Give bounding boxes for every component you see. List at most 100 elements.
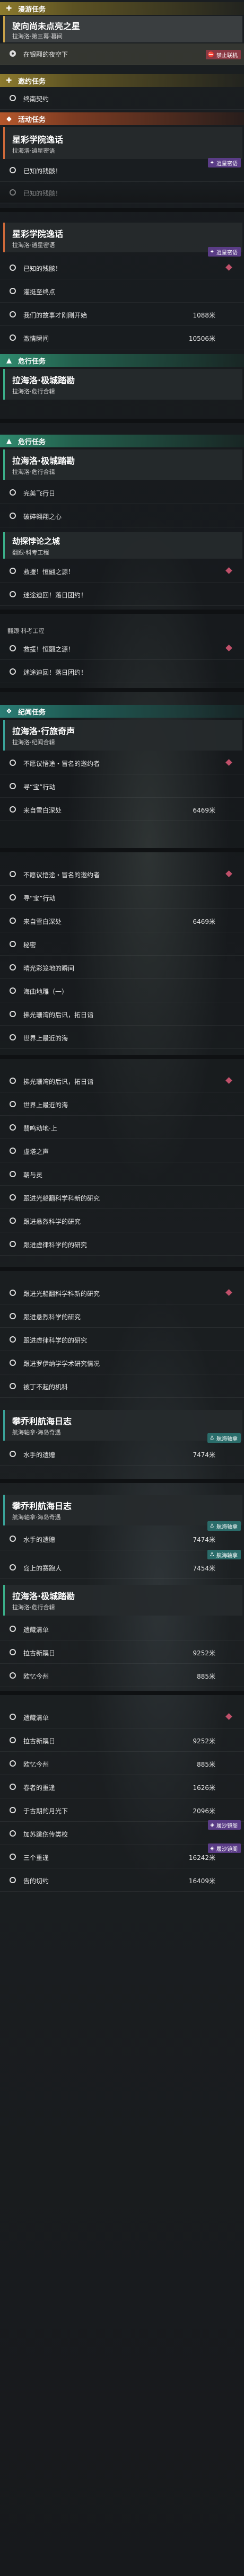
step-label: 水手的遗赠: [23, 1536, 56, 1543]
quest-step-row[interactable]: 激情瞬间 10506米: [0, 328, 244, 349]
quest-step-row[interactable]: 破碎翱翔之心: [0, 506, 244, 527]
step-indicator-icon: [10, 1760, 16, 1767]
step-indicator-icon: [10, 513, 16, 519]
quest-step-row[interactable]: 岛上的赛跑人 7454米: [0, 1557, 244, 1579]
quest-step-row[interactable]: 迷途迫回！落日团约！: [0, 584, 244, 606]
marker-icon: [225, 1713, 232, 1720]
quest-step-row[interactable]: 已知的残骸！: [0, 182, 244, 204]
step-indicator-icon: [10, 95, 16, 101]
step-label: 于古期的月光下: [23, 1807, 68, 1815]
quest-step-row[interactable]: 拂光珊湾的后讯，拓日诣: [0, 1004, 244, 1026]
quest-card[interactable]: 拉海洛·极城踏勘 拉海洛·危行合辑: [3, 449, 242, 480]
quest-step-row[interactable]: 跟进悬烈科学的研究: [0, 1211, 244, 1232]
step-label: 已知的残骸！: [23, 265, 62, 272]
quest-step-row[interactable]: 终南契约: [0, 88, 244, 110]
book-icon: ❖: [6, 707, 12, 716]
quest-step-row[interactable]: 我们的故事才刚刚开始 1088米: [0, 304, 244, 326]
quest-step-row[interactable]: 跟进光船翻科学科新的研究: [0, 1283, 244, 1304]
danger-icon: ▲: [6, 356, 12, 365]
quest-step-row[interactable]: 于古期的月光下 2096米: [0, 1800, 244, 1822]
quest-step-row[interactable]: 欧忆今州 885米: [0, 1753, 244, 1775]
step-label: 世界上最近的海: [23, 1101, 68, 1109]
quest-step-row[interactable]: 世界上最近的海: [0, 1027, 244, 1049]
quest-step-row[interactable]: 加苏跳伤传类校: [0, 1823, 244, 1845]
quest-step-row[interactable]: 被丁不起的机科: [0, 1376, 244, 1398]
lore-quest-header: ❖ 纪闻任务: [0, 705, 244, 718]
marker-icon: [225, 870, 232, 877]
quest-card[interactable]: 劫探悖论之城 翻跟·科考工程: [3, 532, 242, 559]
step-label: 遗藏清单: [23, 1714, 49, 1722]
quest-card[interactable]: 攀乔利航海日志 航海轴拿·海岛奇遇: [3, 1410, 242, 1441]
event-quest-header: ◆ 活动任务: [0, 112, 244, 125]
quest-step-row[interactable]: 水手的遗赠 7474米: [0, 1444, 244, 1466]
header-label: 活动任务: [18, 116, 46, 124]
quest-card[interactable]: 星彩学院逸话 拉海洛·逍星密语: [3, 127, 242, 159]
distance-label: 1626米: [193, 1784, 215, 1792]
quest-step-row[interactable]: 不愿议悟途・冒名的邀约者: [0, 864, 244, 886]
quest-step-row[interactable]: 来自雪白深处 6469米: [0, 911, 244, 932]
distance-label: 9252米: [193, 1649, 215, 1657]
step-label: 迷途迫回！落日团约！: [23, 592, 88, 599]
quest-step-row[interactable]: 三个重逢 16242米: [0, 1847, 244, 1868]
step-indicator-icon: [10, 1564, 16, 1571]
step-indicator-icon: [10, 1383, 16, 1389]
quest-step-row[interactable]: 拉古新蹊日 9252米: [0, 1642, 244, 1664]
quest-step-row[interactable]: 翡鸣动地·上: [0, 1117, 244, 1139]
quest-step-row[interactable]: 已知的残骸！: [0, 258, 244, 279]
step-label: 迷途迫回！落日团约！: [23, 669, 88, 676]
quest-step-row[interactable]: 欧忆今州 885米: [0, 1665, 244, 1687]
step-indicator-icon: [10, 264, 16, 271]
step-label: 秘密: [23, 941, 37, 949]
quest-step-row[interactable]: 晴光彩笼地的瞬间: [0, 957, 244, 979]
quest-step-row[interactable]: 灌挺至终点: [0, 281, 244, 303]
quest-step-row[interactable]: 海曲地雕（一）: [0, 981, 244, 1002]
quest-step-row[interactable]: 春者的重逢 1626米: [0, 1777, 244, 1798]
quest-title: 劫探悖论之城: [12, 536, 60, 546]
quest-step-row[interactable]: 跟进罗伊纳学学术研究情况: [0, 1353, 244, 1374]
quest-step-row[interactable]: 朝与灵: [0, 1164, 244, 1186]
quest-step-row[interactable]: 跟进悬烈科学的研究: [0, 1306, 244, 1328]
quest-step-row[interactable]: 虚塔之声: [0, 1141, 244, 1162]
step-label: 跟进虚律科学的的研究: [23, 1337, 88, 1344]
quest-step-row[interactable]: 救援！恒翮之源！: [0, 638, 244, 660]
quest-card[interactable]: 拉海洛·极城踏勘 拉海洛·危行合辑: [3, 1585, 242, 1616]
tag-label: 航海轴拿: [216, 1436, 238, 1442]
step-indicator-icon: [10, 311, 16, 317]
quest-step-row[interactable]: 告的切约 16409米: [0, 1870, 244, 1892]
quest-step-row[interactable]: 秘密: [0, 934, 244, 956]
quest-step-row[interactable]: 寻“宝”行动: [0, 887, 244, 909]
quest-step-row[interactable]: 寻“宝”行动: [0, 776, 244, 798]
quest-subtitle: 翻跟·科考工程: [7, 628, 45, 634]
quest-step-row[interactable]: 完美飞行日: [0, 482, 244, 504]
distance-label: 7474米: [193, 1451, 215, 1459]
quest-step-row[interactable]: 跟进虚律科学的的研究: [0, 1234, 244, 1256]
lock-icon: ⛔: [207, 51, 214, 58]
quest-step-row[interactable]: 救援！恒翮之源！: [0, 561, 244, 583]
step-indicator-icon: [10, 1451, 16, 1457]
quest-step-row[interactable]: 遗藏清单: [0, 1619, 244, 1640]
marker-icon: [225, 1289, 232, 1296]
step-label: 世界上最近的海: [23, 1035, 68, 1042]
section-gap: [0, 208, 244, 212]
quest-card[interactable]: 星彩学院逸话 拉海洛·逍星密语: [3, 223, 242, 252]
quest-title: 拉海洛·极城踏勘: [12, 1591, 75, 1601]
step-indicator-icon: [10, 167, 16, 173]
quest-step-row[interactable]: 世界上最近的海: [0, 1094, 244, 1116]
quest-step-row[interactable]: 跟进虚律科学的的研究: [0, 1329, 244, 1351]
quest-step-row[interactable]: 跟进光船翻科学科新的研究: [0, 1187, 244, 1209]
quest-step-row[interactable]: 拉古新蹊日 9252米: [0, 1730, 244, 1752]
quest-card[interactable]: 驶向尚未点亮之星 拉海洛·第三幕·暮间: [3, 16, 242, 42]
quest-step-row[interactable]: 遗藏清单: [0, 1707, 244, 1728]
step-label: 破碎翱翔之心: [23, 513, 62, 521]
quest-step-row[interactable]: 迷途迫回！落日团约！: [0, 661, 244, 683]
quest-step-row[interactable]: 拂光珊湾的后讯，拓日诣: [0, 1071, 244, 1092]
quest-card[interactable]: 拉海洛·行旅奇声 拉海洛·纪闻合辑: [3, 720, 242, 751]
quest-step-row[interactable]: 水手的遗赠 7474米: [0, 1529, 244, 1550]
quest-step-row[interactable]: 来自雪白深处 6469米: [0, 799, 244, 821]
quest-card[interactable]: 拉海洛·极城踏勘 拉海洛·危行合辑: [3, 369, 242, 400]
step-label: 欧忆今州: [23, 1673, 49, 1680]
step-indicator-icon: [10, 1194, 16, 1201]
quest-step-row[interactable]: 不愿议悟途・冒名的邀约者: [0, 753, 244, 774]
quest-card[interactable]: 攀乔利航海日志 航海轴拿·海岛奇遇: [3, 1495, 242, 1525]
quest-subtitle: 拉海洛·纪闻合辑: [12, 739, 55, 746]
